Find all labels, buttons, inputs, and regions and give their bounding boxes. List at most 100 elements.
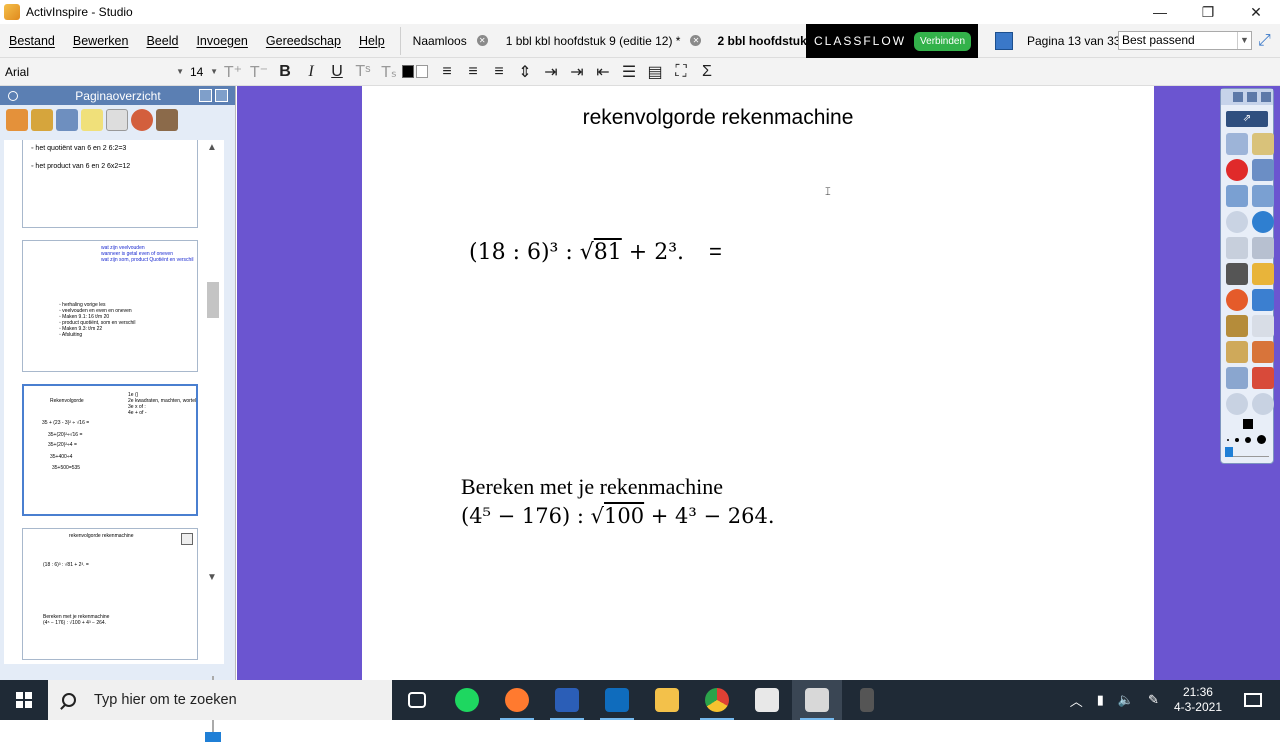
doc-tab-naamloos[interactable]: Naamloos ✕ <box>407 24 494 58</box>
firefox-icon[interactable] <box>492 680 542 720</box>
magic-pen-icon[interactable] <box>1252 237 1274 259</box>
slider-knob[interactable] <box>1225 447 1233 457</box>
exercise-heading[interactable]: Bereken met je rekenmachine <box>461 474 723 500</box>
exercise-expression-1[interactable]: (18 : 6)³ : √81 + 2³. = <box>469 239 722 265</box>
page-menu-icon[interactable] <box>181 533 193 545</box>
undo-icon[interactable] <box>1226 393 1248 415</box>
resource-browser-icon[interactable] <box>31 108 53 131</box>
symbol-keyboard-icon[interactable]: ▤ <box>642 60 668 84</box>
reset-page-icon[interactable] <box>1226 211 1248 233</box>
chrome-icon[interactable] <box>692 680 742 720</box>
chevron-down-icon[interactable]: ▼ <box>210 62 218 82</box>
toolbox-settings-icon[interactable] <box>1247 92 1257 102</box>
web-browser-icon[interactable] <box>1252 211 1274 233</box>
pen-size-3-icon[interactable] <box>1245 436 1251 443</box>
action-browser-icon[interactable] <box>131 108 153 131</box>
select-all-text-icon[interactable]: ⛶ <box>668 60 694 84</box>
pen-size-4-icon[interactable] <box>1257 435 1266 444</box>
menu-beeld[interactable]: Beeld <box>137 34 187 48</box>
pen-size-2-icon[interactable] <box>1235 437 1239 442</box>
zoom-select[interactable]: Best passend ▼ <box>1118 31 1252 50</box>
redo-icon[interactable] <box>1252 393 1274 415</box>
menu-bestand[interactable]: Bestand <box>0 34 64 48</box>
thumbnail-scrollbar[interactable]: ▲ ▼ <box>205 142 219 586</box>
notification-center-icon[interactable] <box>1244 693 1262 707</box>
decrease-indent-icon[interactable]: ⇤ <box>590 60 616 84</box>
desktop-tools-icon[interactable] <box>1252 159 1274 181</box>
word-icon[interactable] <box>542 680 592 720</box>
increase-indent-icon[interactable]: ⇥ <box>564 60 590 84</box>
decrease-font-icon[interactable]: T⁻ <box>246 60 272 84</box>
outlook-icon[interactable] <box>592 680 642 720</box>
spotify-icon[interactable] <box>442 680 492 720</box>
align-right-icon[interactable]: ≡ <box>486 60 512 84</box>
flipchart-page[interactable]: rekenvolgorde rekenmachine 𝙸 (18 : 6)³ :… <box>362 86 1154 680</box>
scroll-up-icon[interactable]: ▲ <box>205 142 219 156</box>
object-browser-icon[interactable] <box>56 108 78 131</box>
pen-size-1-icon[interactable] <box>1227 438 1229 441</box>
maximize-button[interactable]: ❐ <box>1184 0 1232 24</box>
page-thumbnail[interactable]: rekenvolgorde rekenmachine (18 : 6)³ : √… <box>22 528 198 660</box>
panel-close-icon[interactable] <box>215 89 228 102</box>
superscript-icon[interactable]: Tˢ <box>350 60 376 84</box>
scrollbar-thumb[interactable] <box>207 282 219 318</box>
line-spacing-icon[interactable]: ⇕ <box>512 60 538 84</box>
calculator-icon[interactable] <box>842 680 892 720</box>
close-button[interactable]: ✕ <box>1232 0 1280 24</box>
toolbox-close-icon[interactable] <box>1261 92 1271 102</box>
menu-help[interactable]: Help <box>350 34 394 48</box>
toolbox-menu-icon[interactable] <box>1233 92 1243 102</box>
connector-tool-icon[interactable] <box>1252 341 1274 363</box>
next-page-icon[interactable] <box>1252 185 1274 207</box>
browsers-icon[interactable] <box>1252 133 1274 155</box>
voting-browser-icon[interactable] <box>156 108 178 131</box>
increase-font-icon[interactable]: T⁺ <box>220 60 246 84</box>
slider-knob[interactable] <box>205 732 221 742</box>
menu-bewerken[interactable]: Bewerken <box>64 34 138 48</box>
select-tool-icon[interactable] <box>1226 237 1248 259</box>
doc-tab-hoofdstuk-9[interactable]: 1 bbl kbl hoofdstuk 9 (editie 12) * ✕ <box>500 24 708 58</box>
page-thumbnail-selected[interactable]: Rekenvolgorde 1e () 2e kwadraten, machte… <box>22 384 198 516</box>
font-family-select[interactable]: Arial ▼ <box>2 62 186 82</box>
file-explorer-icon[interactable] <box>642 680 692 720</box>
store-icon[interactable] <box>742 680 792 720</box>
bullet-list-icon[interactable]: ☰ <box>616 60 642 84</box>
desktop-annotate-icon[interactable] <box>1226 159 1248 181</box>
property-browser-icon[interactable] <box>106 108 128 131</box>
fill-tool-icon[interactable] <box>1226 315 1248 337</box>
page-thumbnail[interactable]: wat zijn veelvouden wanneer is getal eve… <box>22 240 198 372</box>
chevron-down-icon[interactable]: ▼ <box>1237 32 1251 49</box>
close-tab-icon[interactable]: ✕ <box>476 35 488 46</box>
toolbox-expand-icon[interactable]: ⇗ <box>1226 111 1268 127</box>
text-tool-icon[interactable] <box>1252 315 1274 337</box>
align-left-icon[interactable]: ≡ <box>434 60 460 84</box>
page-browser-icon[interactable] <box>6 108 28 131</box>
marker-icon[interactable] <box>1252 289 1274 311</box>
activinspire-taskbar-icon[interactable] <box>792 680 842 720</box>
menu-invoegen[interactable]: Invoegen <box>187 34 256 48</box>
italic-button[interactable]: I <box>298 60 324 84</box>
main-menu-icon[interactable] <box>1226 133 1248 155</box>
pen-width-slider[interactable] <box>1225 447 1269 457</box>
text-color-button[interactable] <box>402 60 428 84</box>
panel-menu-icon[interactable] <box>199 89 212 102</box>
fullscreen-icon[interactable]: ⤢ <box>1258 32 1271 50</box>
pen-workspace-icon[interactable]: ✎ <box>1148 692 1159 708</box>
shape-tool-icon[interactable] <box>1226 341 1248 363</box>
chevron-down-icon[interactable]: ▼ <box>176 62 184 82</box>
indent-icon[interactable]: ⇥ <box>538 60 564 84</box>
underline-button[interactable]: U <box>324 60 350 84</box>
bold-button[interactable]: B <box>272 60 298 84</box>
notes-browser-icon[interactable] <box>81 108 103 131</box>
taskbar-clock[interactable]: 21:36 4-3-2021 <box>1174 685 1222 715</box>
page-navigator-icon[interactable] <box>995 32 1013 50</box>
camera-tool-icon[interactable] <box>1226 367 1248 389</box>
classflow-connect-button[interactable]: Verbinden <box>914 31 972 51</box>
usb-device-icon[interactable]: ▮ <box>1097 692 1104 708</box>
page-thumbnail[interactable]: ◦ het quotiënt van 6 en 2 6:2=3 ◦ het pr… <box>22 140 198 228</box>
pen-tool-icon[interactable] <box>1226 263 1248 285</box>
eraser-icon[interactable] <box>1226 289 1248 311</box>
align-center-icon[interactable]: ≡ <box>460 60 486 84</box>
scroll-down-icon[interactable]: ▼ <box>205 572 219 586</box>
current-color-icon[interactable] <box>1243 419 1253 429</box>
